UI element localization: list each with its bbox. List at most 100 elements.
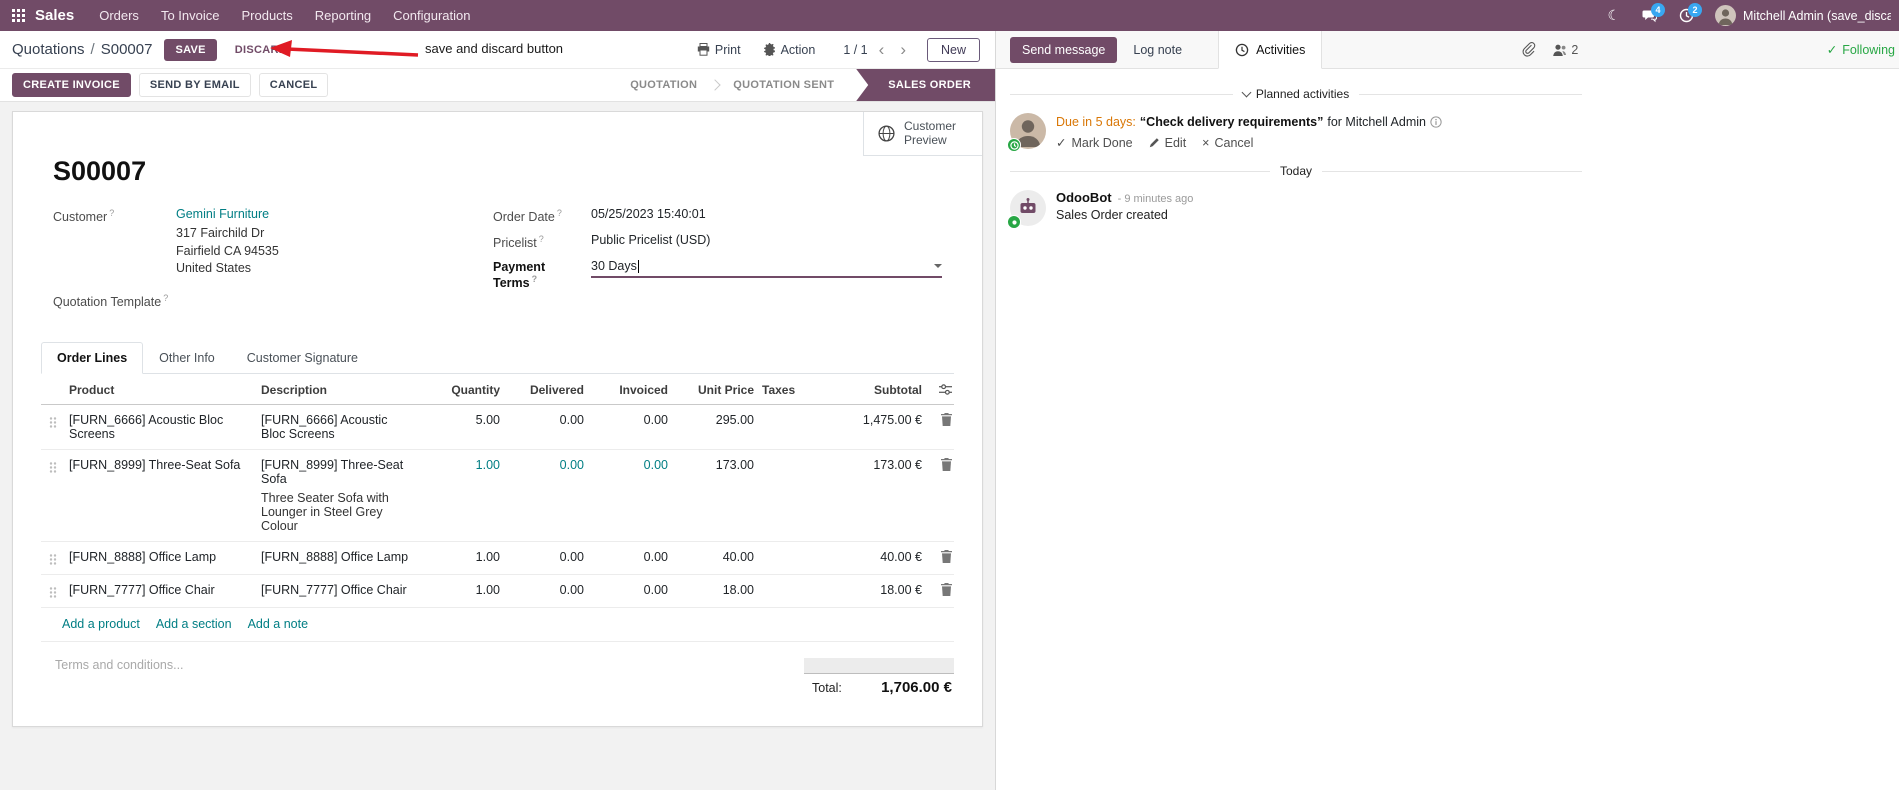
- record-title[interactable]: S00007: [53, 156, 954, 187]
- cell-quantity: 5.00: [475, 412, 500, 427]
- state-quotation[interactable]: QUOTATION: [614, 69, 713, 101]
- info-icon[interactable]: [1430, 116, 1442, 128]
- customer-link[interactable]: Gemini Furniture: [176, 207, 269, 221]
- dark-mode-toggle[interactable]: ☾: [1598, 0, 1629, 31]
- activities-badge: 2: [1688, 3, 1702, 17]
- state-quotation-sent[interactable]: QUOTATION SENT: [717, 69, 850, 101]
- messages-button[interactable]: 4: [1633, 0, 1666, 31]
- cell-delivered: 0.00: [559, 412, 584, 427]
- delete-line-button[interactable]: [941, 582, 952, 596]
- log-note-button[interactable]: Log note: [1121, 37, 1194, 63]
- column-product[interactable]: Product: [69, 383, 257, 397]
- column-taxes[interactable]: Taxes: [758, 383, 820, 397]
- delete-line-button[interactable]: [941, 412, 952, 426]
- trash-icon: [941, 412, 952, 426]
- cell-description: [FURN_8999] Three-Seat Sofa: [261, 457, 404, 486]
- message-author[interactable]: OdooBot: [1056, 190, 1112, 205]
- cell-quantity: 1.00: [475, 457, 500, 472]
- edit-label: Edit: [1164, 135, 1187, 150]
- action-button[interactable]: Action: [755, 39, 824, 61]
- column-delivered[interactable]: Delivered: [504, 383, 584, 397]
- discard-button[interactable]: DISCARD: [227, 39, 295, 61]
- app-brand[interactable]: Sales: [35, 7, 74, 24]
- drag-handle-icon[interactable]: [41, 458, 65, 474]
- new-button[interactable]: New: [926, 37, 980, 62]
- column-quantity[interactable]: Quantity: [416, 383, 500, 397]
- state-sales-order[interactable]: SALES ORDER: [856, 69, 995, 101]
- top-navbar: Sales Orders To Invoice Products Reporti…: [0, 0, 1899, 31]
- menu-reporting[interactable]: Reporting: [304, 0, 382, 31]
- table-row[interactable]: [FURN_6666] Acoustic Bloc Screens [FURN_…: [41, 405, 954, 450]
- drag-handle-icon[interactable]: [41, 550, 65, 566]
- printer-icon: [697, 43, 710, 56]
- menu-configuration[interactable]: Configuration: [382, 0, 481, 31]
- pricelist-field[interactable]: Public Pricelist (USD): [591, 233, 942, 250]
- activity-summary: “Check delivery requirements”: [1139, 115, 1324, 129]
- edit-activity-button[interactable]: Edit: [1149, 135, 1187, 150]
- pager-next-button[interactable]: ›: [895, 41, 911, 58]
- create-invoice-button[interactable]: CREATE INVOICE: [12, 73, 131, 97]
- drag-handle-icon[interactable]: [41, 583, 65, 599]
- cancel-activity-button[interactable]: × Cancel: [1202, 135, 1253, 150]
- table-row[interactable]: [FURN_8999] Three-Seat Sofa [FURN_8999] …: [41, 450, 954, 542]
- column-invoiced[interactable]: Invoiced: [588, 383, 668, 397]
- action-label: Action: [780, 42, 816, 57]
- menu-to-invoice[interactable]: To Invoice: [150, 0, 231, 31]
- chevron-right-icon: ›: [900, 40, 906, 59]
- menu-products[interactable]: Products: [230, 0, 303, 31]
- close-icon: ×: [1202, 135, 1210, 150]
- order-date-field[interactable]: 05/25/2023 15:40:01: [591, 207, 942, 224]
- column-description[interactable]: Description: [261, 383, 412, 397]
- cell-description: [FURN_7777] Office Chair: [261, 582, 407, 597]
- tab-customer-signature[interactable]: Customer Signature: [231, 342, 374, 374]
- mark-done-button[interactable]: ✓ Mark Done: [1056, 135, 1133, 151]
- followers-button[interactable]: 2: [1552, 43, 1578, 57]
- terms-placeholder[interactable]: Terms and conditions...: [55, 658, 184, 672]
- optional-columns-button[interactable]: [939, 383, 952, 396]
- cell-product: [FURN_7777] Office Chair: [69, 582, 215, 597]
- drag-handle-icon[interactable]: [41, 413, 65, 429]
- activities-button[interactable]: 2: [1670, 0, 1703, 31]
- add-section-link[interactable]: Add a section: [156, 617, 232, 631]
- add-note-link[interactable]: Add a note: [248, 617, 308, 631]
- tax-totals-area: [804, 657, 954, 673]
- customer-preview-button[interactable]: Customer Preview: [863, 112, 982, 156]
- send-by-email-button[interactable]: SEND BY EMAIL: [138, 73, 251, 97]
- send-message-button[interactable]: Send message: [1010, 36, 1118, 63]
- today-divider: Today: [1010, 164, 1582, 178]
- delete-line-button[interactable]: [941, 549, 952, 563]
- attach-files-button[interactable]: [1522, 42, 1536, 57]
- help-icon: ?: [163, 292, 169, 303]
- column-unit-price[interactable]: Unit Price: [672, 383, 754, 397]
- status-pipeline: QUOTATION QUOTATION SENT SALES ORDER: [614, 69, 995, 101]
- user-menu[interactable]: Mitchell Admin (save_discar: [1707, 0, 1897, 31]
- tab-order-lines[interactable]: Order Lines: [41, 341, 144, 374]
- table-row[interactable]: [FURN_7777] Office Chair [FURN_7777] Off…: [41, 575, 954, 608]
- pager-previous-button[interactable]: ‹: [874, 41, 890, 58]
- cell-quantity: 1.00: [475, 549, 500, 564]
- quotation-template-field[interactable]: [176, 292, 493, 309]
- breadcrumb-quotations[interactable]: Quotations: [12, 41, 85, 58]
- form-content: Customer Preview S00007 Customer? Gemini…: [0, 102, 995, 790]
- cell-unit-price: 40.00: [722, 549, 754, 564]
- table-row[interactable]: [FURN_8888] Office Lamp [FURN_8888] Offi…: [41, 542, 954, 575]
- control-panel: Quotations / S00007 SAVE DISCARD save an…: [0, 31, 995, 69]
- menu-orders[interactable]: Orders: [88, 0, 150, 31]
- cancel-button[interactable]: CANCEL: [258, 73, 329, 97]
- delete-line-button[interactable]: [941, 457, 952, 471]
- planned-activities-header[interactable]: Planned activities: [1010, 87, 1582, 101]
- add-product-link[interactable]: Add a product: [62, 617, 140, 631]
- followers-count: 2: [1571, 42, 1579, 57]
- tab-other-info[interactable]: Other Info: [143, 342, 231, 374]
- print-button[interactable]: Print: [689, 39, 749, 61]
- cell-description-line2: Three Seater Sofa with Lounger in Steel …: [261, 490, 389, 533]
- cell-invoiced: 0.00: [643, 549, 668, 564]
- column-subtotal[interactable]: Subtotal: [824, 383, 922, 397]
- payment-terms-field[interactable]: 30 Days: [591, 259, 942, 279]
- caret-down-icon[interactable]: [934, 264, 942, 272]
- following-button[interactable]: ✓ Following: [1827, 42, 1895, 58]
- apps-menu-icon[interactable]: [0, 0, 35, 31]
- save-button[interactable]: SAVE: [164, 38, 217, 61]
- total-label: Total:: [812, 680, 842, 695]
- tab-activities[interactable]: Activities: [1218, 31, 1323, 69]
